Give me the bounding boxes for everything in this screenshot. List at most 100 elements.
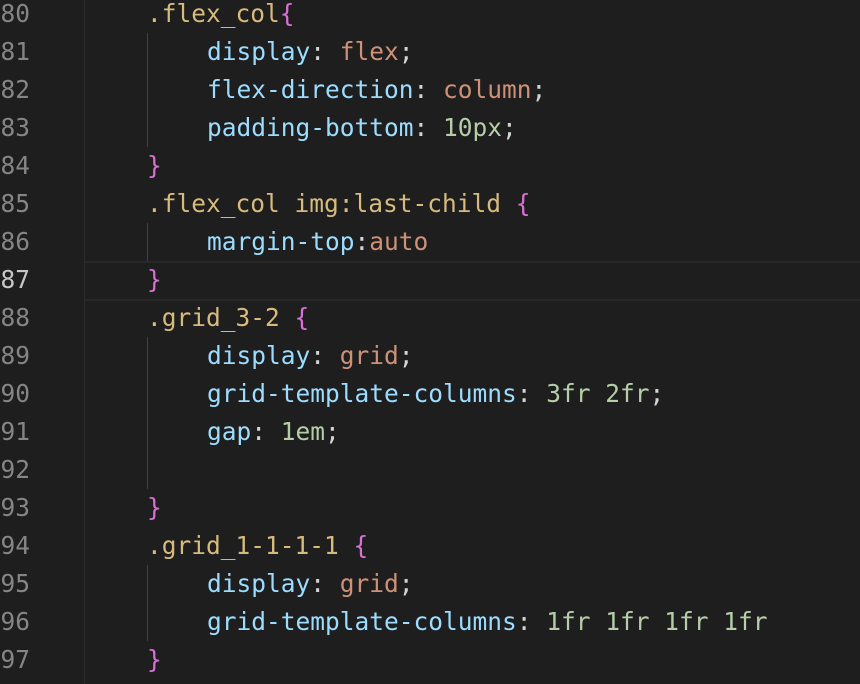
code-token: { bbox=[515, 189, 531, 218]
code-token: .flex_col img:last-child bbox=[147, 189, 516, 218]
line-number: 89 bbox=[0, 341, 30, 370]
code-line[interactable]: 96 grid-template-columns: 1fr 1fr 1fr 1fr bbox=[0, 603, 860, 641]
code-token: 3fr 2fr bbox=[546, 379, 650, 408]
code-token: display bbox=[207, 569, 311, 598]
code-token: } bbox=[147, 493, 162, 522]
code-text: margin-top:auto bbox=[207, 223, 428, 261]
code-token: : bbox=[354, 227, 370, 256]
code-line[interactable]: 92 bbox=[0, 451, 860, 489]
code-line[interactable]: 86 margin-top:auto bbox=[0, 223, 860, 261]
code-token: } bbox=[147, 265, 162, 294]
line-number: 82 bbox=[0, 75, 30, 104]
code-line[interactable]: 90 grid-template-columns: 3fr 2fr; bbox=[0, 375, 860, 413]
line-number: 84 bbox=[0, 151, 30, 180]
code-text: } bbox=[147, 641, 162, 679]
code-line[interactable]: 93} bbox=[0, 489, 860, 527]
code-token: : bbox=[516, 379, 547, 408]
code-text: display: grid; bbox=[207, 337, 414, 375]
code-token: } bbox=[147, 645, 162, 674]
code-text: } bbox=[147, 261, 162, 299]
code-token: 1em bbox=[280, 417, 326, 446]
code-line[interactable]: 82 flex-direction: column; bbox=[0, 71, 860, 109]
code-token: grid-template-columns bbox=[207, 607, 517, 636]
code-token: .grid_3-2 bbox=[147, 303, 295, 332]
code-token: 1fr 1fr 1fr 1fr bbox=[546, 607, 768, 636]
code-line[interactable]: 80 .flex_col{ bbox=[0, 0, 860, 33]
code-line[interactable]: 95 display: grid; bbox=[0, 565, 860, 603]
line-number: 88 bbox=[0, 303, 30, 332]
code-token: display bbox=[207, 341, 311, 370]
code-text: } bbox=[147, 147, 162, 185]
line-number: 93 bbox=[0, 493, 30, 522]
line-number: 97 bbox=[0, 645, 30, 674]
code-line[interactable]: 94 .grid_1-1-1-1 { bbox=[0, 527, 860, 565]
code-text: display: flex; bbox=[207, 33, 414, 71]
code-line[interactable]: 83 padding-bottom: 10px; bbox=[0, 109, 860, 147]
line-number: 95 bbox=[0, 569, 30, 598]
code-text: .grid_3-2 { bbox=[147, 299, 309, 337]
line-number: 87 bbox=[0, 265, 30, 294]
code-token: } bbox=[147, 151, 162, 180]
code-text: display: grid; bbox=[207, 565, 414, 603]
code-line[interactable]: 91 gap: 1em; bbox=[0, 413, 860, 451]
line-number: 85 bbox=[0, 189, 30, 218]
code-line[interactable]: 81 display: flex; bbox=[0, 33, 860, 71]
code-line[interactable]: 89 display: grid; bbox=[0, 337, 860, 375]
code-token: : bbox=[251, 417, 281, 446]
code-token: column bbox=[443, 75, 532, 104]
line-number: 90 bbox=[0, 379, 30, 408]
code-token: flex-direction bbox=[207, 75, 414, 104]
code-token: grid bbox=[339, 569, 399, 598]
code-token: flex bbox=[339, 37, 399, 66]
code-token: ; bbox=[398, 569, 414, 598]
code-token: ; bbox=[398, 37, 414, 66]
code-line[interactable]: 85 .flex_col img:last-child { bbox=[0, 185, 860, 223]
code-token: grid-template-columns bbox=[207, 379, 517, 408]
code-text: .flex_col{ bbox=[147, 0, 295, 33]
line-number: 92 bbox=[0, 455, 30, 484]
code-token: { bbox=[294, 303, 310, 332]
code-token: display bbox=[207, 37, 311, 66]
code-line[interactable]: 87} bbox=[0, 261, 860, 299]
code-token: ; bbox=[531, 75, 547, 104]
code-token: gap bbox=[207, 417, 252, 446]
code-text: .flex_col img:last-child { bbox=[147, 185, 531, 223]
code-token: ; bbox=[649, 379, 665, 408]
code-text: .grid_1-1-1-1 { bbox=[147, 527, 368, 565]
line-number: 81 bbox=[0, 37, 30, 66]
code-token: auto bbox=[369, 227, 429, 256]
code-token: ; bbox=[398, 341, 414, 370]
code-text: gap: 1em; bbox=[207, 413, 340, 451]
line-number: 94 bbox=[0, 531, 30, 560]
code-token: : bbox=[310, 37, 340, 66]
code-token: ; bbox=[325, 417, 340, 446]
code-editor[interactable]: 80 .flex_col{81 display: flex; 82 flex-direc… bbox=[0, 0, 860, 684]
code-line[interactable]: 97} bbox=[0, 641, 860, 679]
line-number: 96 bbox=[0, 607, 30, 636]
code-token: 10px bbox=[443, 113, 503, 142]
code-token: : bbox=[310, 569, 340, 598]
code-token: .flex_col bbox=[147, 0, 280, 28]
code-token: : bbox=[413, 75, 444, 104]
code-text: flex-direction: column; bbox=[207, 71, 546, 109]
code-line[interactable]: 84} bbox=[0, 147, 860, 185]
line-number: 80 bbox=[0, 0, 30, 28]
code-text: grid-template-columns: 3fr 2fr; bbox=[207, 375, 664, 413]
code-token: margin-top bbox=[207, 227, 355, 256]
code-text: padding-bottom: 10px; bbox=[207, 109, 517, 147]
code-token: : bbox=[310, 341, 340, 370]
code-line[interactable]: 88 .grid_3-2 { bbox=[0, 299, 860, 337]
code-token: grid bbox=[339, 341, 399, 370]
line-number: 91 bbox=[0, 417, 30, 446]
code-token: .grid_1-1-1-1 bbox=[147, 531, 354, 560]
line-number: 83 bbox=[0, 113, 30, 142]
code-token: : bbox=[516, 607, 547, 636]
code-token: padding-bottom bbox=[207, 113, 414, 142]
code-text: } bbox=[147, 489, 162, 527]
line-number: 86 bbox=[0, 227, 30, 256]
code-token: { bbox=[279, 0, 295, 28]
code-text: grid-template-columns: 1fr 1fr 1fr 1fr bbox=[207, 603, 768, 641]
code-token: ; bbox=[502, 113, 517, 142]
code-token: { bbox=[353, 531, 369, 560]
code-token: : bbox=[413, 113, 444, 142]
